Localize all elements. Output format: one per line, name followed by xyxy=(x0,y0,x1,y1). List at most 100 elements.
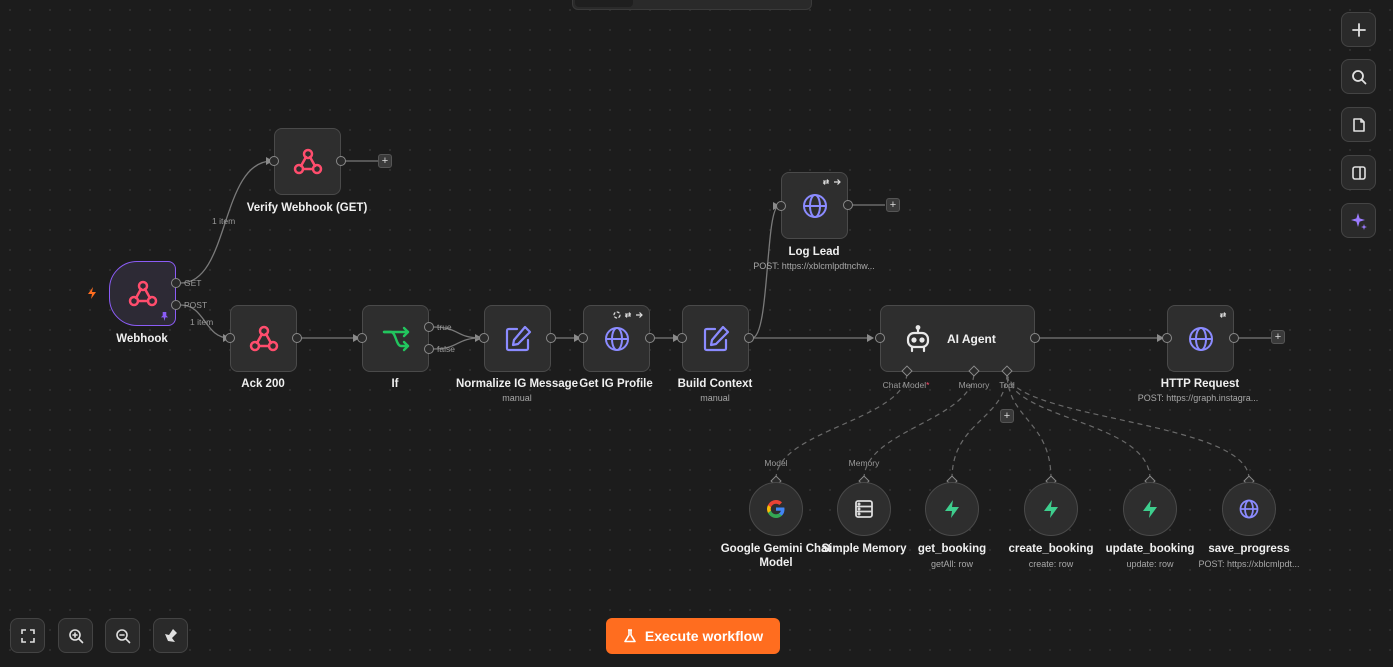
node-label-verify-webhook: Verify Webhook (GET) xyxy=(246,202,368,214)
port-label-get: GET xyxy=(184,278,202,288)
supabase-icon xyxy=(1044,500,1058,518)
handle-normalize-in[interactable] xyxy=(479,333,489,343)
node-ack-200[interactable] xyxy=(230,305,297,372)
edge-label-get-items: 1 item xyxy=(212,216,236,226)
execute-workflow-button[interactable]: Execute workflow xyxy=(606,618,780,654)
node-update-booking[interactable] xyxy=(1123,482,1177,536)
globe-icon xyxy=(802,193,827,218)
ai-assistant-button[interactable] xyxy=(1341,203,1376,238)
handle-if-false[interactable] xyxy=(424,344,434,354)
flask-icon xyxy=(624,629,636,643)
fit-view-button[interactable] xyxy=(10,618,45,653)
robot-icon xyxy=(906,324,930,352)
top-tab-switcher[interactable] xyxy=(572,0,812,10)
handle-webhook-get[interactable] xyxy=(171,278,181,288)
loop-icon xyxy=(624,312,632,318)
add-sticky-note-button[interactable] xyxy=(1341,107,1376,142)
node-label-if: If xyxy=(391,378,399,390)
zoom-in-button[interactable] xyxy=(58,618,93,653)
node-get-ig-profile[interactable] xyxy=(583,305,650,372)
node-label-update-booking: update_booking xyxy=(1105,543,1195,555)
node-verify-webhook[interactable] xyxy=(274,128,341,195)
handle-profile-in[interactable] xyxy=(578,333,588,343)
node-ai-agent[interactable]: AI Agent xyxy=(880,305,1035,372)
handle-ack-in[interactable] xyxy=(225,333,235,343)
node-simple-memory[interactable] xyxy=(837,482,891,536)
webhook-icon xyxy=(128,280,157,306)
supabase-icon xyxy=(945,500,959,518)
toggle-panel-button[interactable] xyxy=(1341,155,1376,190)
top-tab-active[interactable] xyxy=(575,0,633,7)
handle-verify-in[interactable] xyxy=(269,156,279,166)
sparkle-icon xyxy=(1350,212,1367,230)
globe-icon xyxy=(604,326,629,351)
execute-workflow-label: Execute workflow xyxy=(644,628,764,644)
sticky-note-icon xyxy=(1352,117,1365,132)
handle-http-in[interactable] xyxy=(1162,333,1172,343)
search-nodes-button[interactable] xyxy=(1341,59,1376,94)
node-label-ack: Ack 200 xyxy=(241,378,285,390)
node-sublabel-http-request: POST: https://graph.instagra... xyxy=(1137,393,1259,403)
handle-agent-out[interactable] xyxy=(1030,333,1040,343)
handle-http-out[interactable] xyxy=(1229,333,1239,343)
add-after-loglead-button[interactable]: + xyxy=(886,198,900,212)
handle-webhook-post[interactable] xyxy=(171,300,181,310)
node-label-simple-memory: Simple Memory xyxy=(821,543,907,555)
port-label-post: POST xyxy=(184,300,208,310)
port-label-false: false xyxy=(437,344,455,354)
node-label-save-progress: save_progress xyxy=(1208,543,1290,555)
node-webhook[interactable] xyxy=(109,261,176,326)
tidy-up-icon xyxy=(164,628,177,642)
loop-icon xyxy=(822,179,830,185)
handle-if-true[interactable] xyxy=(424,322,434,332)
node-build-context[interactable] xyxy=(682,305,749,372)
edit-icon xyxy=(505,325,531,351)
handle-ack-out[interactable] xyxy=(292,333,302,343)
node-sublabel-build-context: manual xyxy=(700,393,730,403)
node-label-http-request: HTTP Request xyxy=(1160,378,1240,390)
node-save-progress[interactable] xyxy=(1222,482,1276,536)
node-http-request[interactable] xyxy=(1167,305,1234,372)
handle-loglead-out[interactable] xyxy=(843,200,853,210)
node-create-booking[interactable] xyxy=(1024,482,1078,536)
node-if[interactable] xyxy=(362,305,429,372)
tidy-up-button[interactable] xyxy=(153,618,188,653)
globe-icon xyxy=(1188,326,1213,351)
node-log-lead[interactable] xyxy=(781,172,848,239)
add-node-button[interactable] xyxy=(1341,12,1376,47)
node-label-gemini: Google Gemini Chat Model xyxy=(720,543,832,569)
add-after-verify-button[interactable]: + xyxy=(378,154,392,168)
arrow-right-icon xyxy=(834,179,841,185)
zoom-out-button[interactable] xyxy=(105,618,140,653)
arrow-right-icon xyxy=(636,312,643,318)
port-label-chat-model: Chat Model* xyxy=(882,380,930,390)
node-normalize-ig-message[interactable] xyxy=(484,305,551,372)
trigger-bolt-icon xyxy=(88,287,96,299)
handle-loglead-in[interactable] xyxy=(776,201,786,211)
node-badges xyxy=(1219,311,1227,319)
google-icon xyxy=(767,500,785,518)
handle-build-in[interactable] xyxy=(677,333,687,343)
node-google-gemini-chat-model[interactable] xyxy=(749,482,803,536)
edit-icon xyxy=(703,325,729,351)
loop-icon xyxy=(1219,312,1227,318)
handle-if-in[interactable] xyxy=(357,333,367,343)
pin-icon[interactable] xyxy=(160,312,169,321)
node-label-webhook: Webhook xyxy=(116,333,168,345)
plus-icon xyxy=(1351,22,1366,37)
handle-agent-in[interactable] xyxy=(875,333,885,343)
node-get-booking[interactable] xyxy=(925,482,979,536)
edge-tool-update xyxy=(1006,371,1151,480)
add-after-http-button[interactable]: + xyxy=(1271,330,1285,344)
handle-normalize-out[interactable] xyxy=(546,333,556,343)
node-label-build-context: Build Context xyxy=(677,378,753,390)
handle-profile-out[interactable] xyxy=(645,333,655,343)
add-tool-button[interactable]: + xyxy=(1000,409,1014,423)
handle-verify-out[interactable] xyxy=(336,156,346,166)
node-label-log-lead: Log Lead xyxy=(788,246,840,258)
panel-icon xyxy=(1351,165,1366,180)
port-label-model: Model xyxy=(764,458,788,468)
handle-build-out[interactable] xyxy=(744,333,754,343)
port-label-memory: Memory xyxy=(958,380,990,390)
node-label-normalize: Normalize IG Message xyxy=(455,378,579,390)
